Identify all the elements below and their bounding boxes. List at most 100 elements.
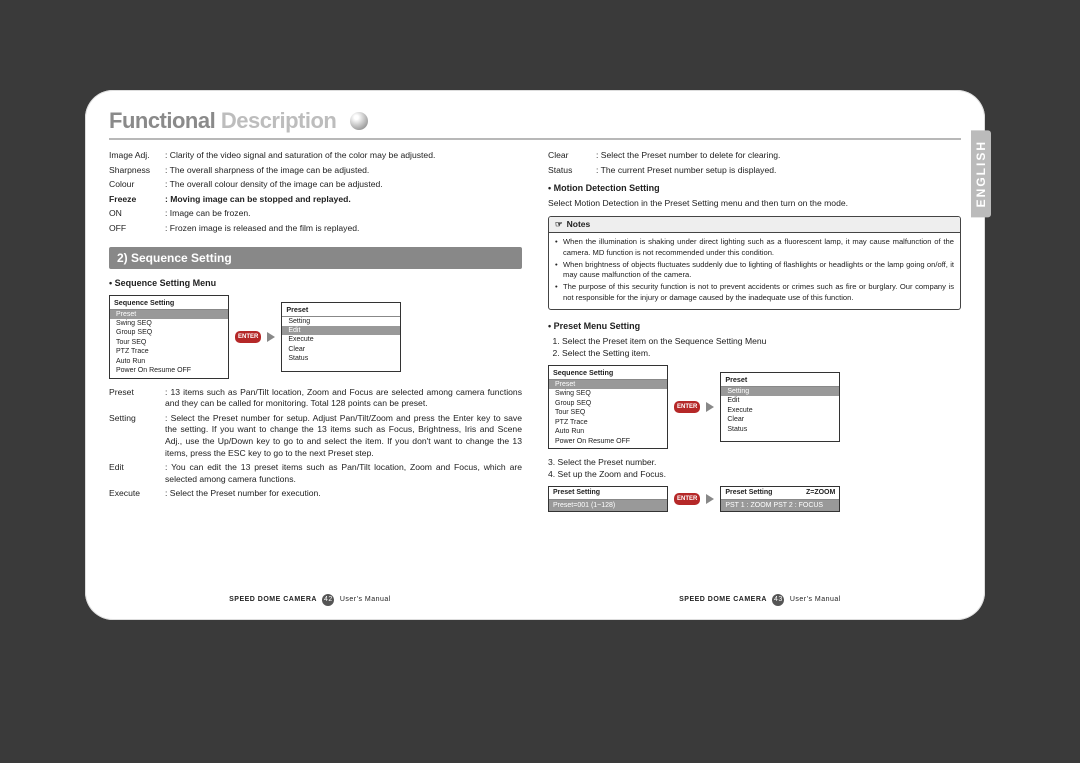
- menu-item: Tour SEQ: [549, 408, 667, 417]
- menu-item: Clear: [282, 345, 400, 354]
- menu-item: Setting: [721, 387, 839, 396]
- note-item: When the illumination is shaking under d…: [555, 237, 954, 258]
- text-execute: : Select the Preset number for execution…: [165, 488, 522, 500]
- footer-left-b: User's Manual: [340, 596, 391, 603]
- text-clear: : Select the Preset number to delete for…: [596, 150, 961, 162]
- bar2-row: PST 1 : ZOOM PST 2 : FOCUS: [721, 500, 839, 511]
- page-number-left: 42: [322, 594, 334, 606]
- menu-item: Swing SEQ: [110, 319, 228, 328]
- text-off: : Frozen image is released and the film …: [165, 223, 522, 235]
- heading-seq-menu: • Sequence Setting Menu: [109, 277, 522, 289]
- menu-item: PTZ Trace: [110, 347, 228, 356]
- menu-item: Status: [282, 354, 400, 363]
- page-title: Functional Description: [109, 108, 336, 134]
- left-column: Image Adj.: Clarity of the video signal …: [109, 150, 522, 520]
- pms-step: Select the Preset item on the Sequence S…: [562, 336, 961, 348]
- arrow-right-icon: [706, 402, 714, 412]
- notes-header: ☞ Notes: [549, 217, 960, 233]
- text-status: : The current Preset number setup is dis…: [596, 165, 961, 177]
- arrow-right-icon: [706, 494, 714, 504]
- pms-step: Select the Setting item.: [562, 348, 961, 360]
- content-columns: Image Adj.: Clarity of the video signal …: [109, 150, 961, 520]
- text-mds: Select Motion Detection in the Preset Se…: [548, 198, 961, 210]
- title-word-2: Description: [215, 108, 336, 133]
- note-item: When brightness of objects fluctuates su…: [555, 260, 954, 281]
- page-footer: SPEED DOME CAMERA 42 User's Manual SPEED…: [85, 594, 985, 606]
- footer-right-a: SPEED DOME CAMERA: [679, 596, 767, 603]
- menu-item: Setting: [282, 317, 400, 326]
- menu-item: Execute: [282, 335, 400, 344]
- page-header: Functional Description: [109, 108, 961, 140]
- text-on: : Image can be frozen.: [165, 208, 522, 220]
- menu-title-sequence-r: Sequence Setting: [549, 367, 667, 380]
- manual-page: ENGLISH Functional Description Image Adj…: [85, 90, 985, 620]
- heading-pms: • Preset Menu Setting: [548, 320, 961, 332]
- menu-diagram-right: Sequence Setting Preset Swing SEQ Group …: [548, 365, 961, 449]
- label-execute: Execute: [109, 488, 165, 500]
- text-colour: : The overall colour density of the imag…: [165, 179, 522, 191]
- menu-item: Execute: [721, 406, 839, 415]
- section-sequence-setting: 2) Sequence Setting: [109, 247, 522, 269]
- language-tab: ENGLISH: [971, 130, 991, 217]
- preset-bar-pair: Preset Setting Preset=001 (1~128) ENTER …: [548, 486, 961, 512]
- label-image-adj: Image Adj.: [109, 150, 165, 162]
- enter-badge: ENTER: [674, 493, 700, 505]
- menu-item: Power On Resume OFF: [110, 366, 228, 375]
- pms-steps-12: Select the Preset item on the Sequence S…: [548, 336, 961, 359]
- header-orb-icon: [350, 112, 368, 130]
- label-on: ON: [109, 208, 165, 220]
- footer-left: SPEED DOME CAMERA 42 User's Manual: [229, 594, 391, 606]
- menu-item: Tour SEQ: [110, 338, 228, 347]
- menu-box-sequence: Sequence Setting Preset Swing SEQ Group …: [109, 295, 229, 379]
- right-column: Clear: Select the Preset number to delet…: [548, 150, 961, 520]
- bar1-title: Preset Setting: [553, 488, 600, 497]
- label-preset: Preset: [109, 387, 165, 410]
- menu-title-sequence: Sequence Setting: [110, 297, 228, 310]
- menu-title-preset-r: Preset: [721, 374, 839, 387]
- bar2-title-r: Z=ZOOM: [806, 488, 835, 497]
- label-freeze: Freeze: [109, 194, 165, 206]
- note-item: The purpose of this security function is…: [555, 282, 954, 303]
- menu-item: Power On Resume OFF: [549, 437, 667, 446]
- pms-step-4: 4. Set up the Zoom and Focus.: [548, 469, 961, 481]
- menu-item: Clear: [721, 415, 839, 424]
- menu-item: Preset: [549, 380, 667, 389]
- footer-right: SPEED DOME CAMERA 43 User's Manual: [679, 594, 841, 606]
- text-image-adj: : Clarity of the video signal and satura…: [165, 150, 522, 162]
- text-sharpness: : The overall sharpness of the image can…: [165, 165, 522, 177]
- menu-item: Status: [721, 425, 839, 434]
- bar2-title-l: Preset Setting: [725, 488, 772, 497]
- title-word-1: Functional: [109, 108, 215, 133]
- notes-box: ☞ Notes When the illumination is shaking…: [548, 216, 961, 310]
- page-number-right: 43: [772, 594, 784, 606]
- menu-box-preset: Preset Setting Edit Execute Clear Status: [281, 302, 401, 372]
- text-edit: : You can edit the 13 preset items such …: [165, 462, 522, 485]
- label-status: Status: [548, 165, 596, 177]
- text-setting: : Select the Preset number for setup. Ad…: [165, 413, 522, 459]
- menu-item: Edit: [282, 326, 400, 335]
- menu-item: Group SEQ: [549, 399, 667, 408]
- preset-setting-bar-1: Preset Setting Preset=001 (1~128): [548, 486, 668, 512]
- label-off: OFF: [109, 223, 165, 235]
- text-freeze: : Moving image can be stopped and replay…: [165, 194, 522, 206]
- label-clear: Clear: [548, 150, 596, 162]
- menu-box-preset-r: Preset Setting Edit Execute Clear Status: [720, 372, 840, 442]
- menu-item: Swing SEQ: [549, 389, 667, 398]
- footer-right-b: User's Manual: [790, 596, 841, 603]
- label-sharpness: Sharpness: [109, 165, 165, 177]
- enter-badge: ENTER: [674, 401, 700, 413]
- pms-step-3: 3. Select the Preset number.: [548, 457, 961, 469]
- menu-item: PTZ Trace: [549, 418, 667, 427]
- menu-item: Auto Run: [549, 427, 667, 436]
- hand-icon: ☞: [555, 219, 563, 230]
- enter-badge: ENTER: [235, 331, 261, 343]
- arrow-right-icon: [267, 332, 275, 342]
- menu-box-sequence-r: Sequence Setting Preset Swing SEQ Group …: [548, 365, 668, 449]
- footer-left-a: SPEED DOME CAMERA: [229, 596, 317, 603]
- notes-title: Notes: [567, 219, 591, 230]
- preset-setting-bar-2: Preset Setting Z=ZOOM PST 1 : ZOOM PST 2 …: [720, 486, 840, 512]
- menu-item: Preset: [110, 310, 228, 319]
- menu-title-preset: Preset: [282, 304, 400, 317]
- bar1-row: Preset=001 (1~128): [549, 500, 667, 511]
- text-preset: : 13 items such as Pan/Tilt location, Zo…: [165, 387, 522, 410]
